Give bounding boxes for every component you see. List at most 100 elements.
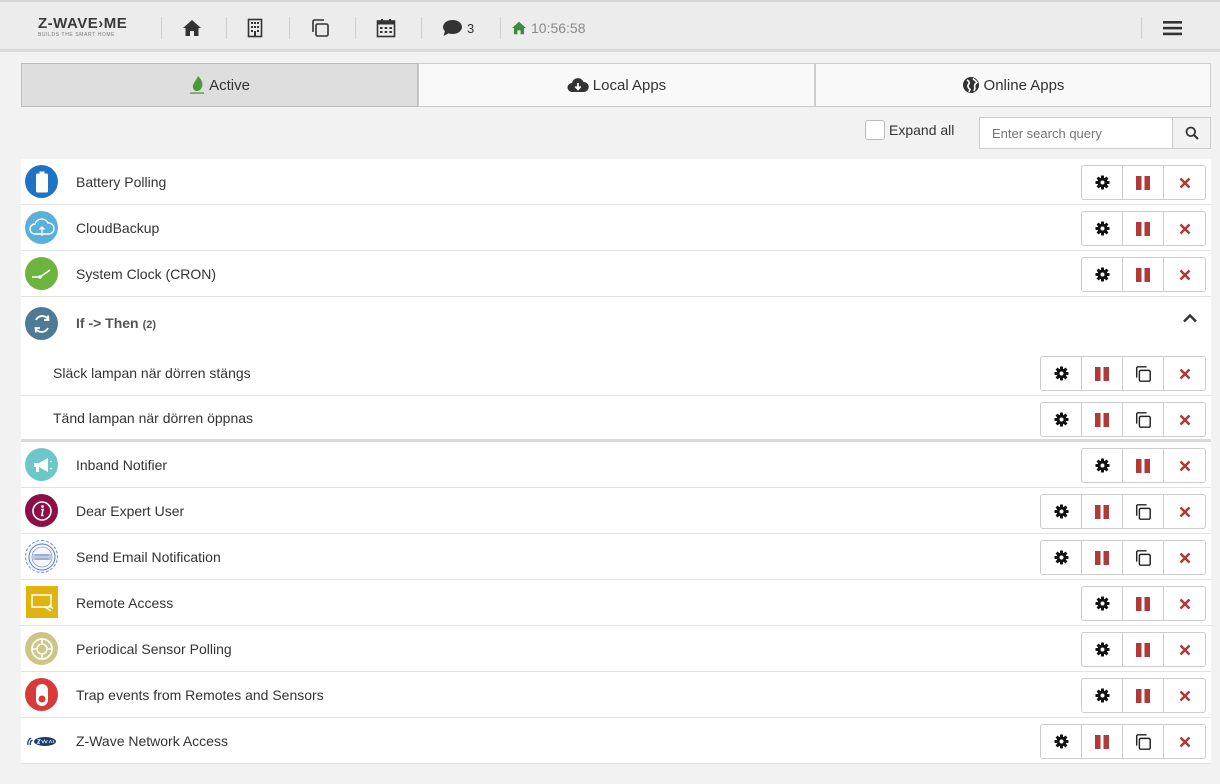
settings-button[interactable] [1041,495,1082,528]
pause-icon [1136,596,1150,611]
pause-icon [1095,734,1109,749]
app-title: System Clock (CRON) [76,265,217,282]
settings-button[interactable] [1082,449,1123,482]
app-actions [1081,632,1206,667]
duplicate-button[interactable] [1123,495,1164,528]
top-navbar: Z-WAVE›ME BUILDS THE SMART HOME 3 10:56:… [0,0,1220,52]
logo[interactable]: Z-WAVE›ME BUILDS THE SMART HOME [38,16,127,39]
search-box [979,117,1211,149]
close-icon [1179,690,1190,701]
clock-icon [25,257,58,290]
cloud-download-icon [567,78,589,92]
settings-button[interactable] [1082,679,1123,712]
delete-button[interactable] [1164,166,1205,199]
duplicate-button[interactable] [1123,541,1164,574]
hamburger-menu-icon[interactable] [1163,16,1182,40]
pause-button[interactable] [1123,166,1164,199]
pause-button[interactable] [1082,541,1123,574]
pause-button[interactable] [1082,725,1123,758]
copy-icon[interactable] [310,16,330,40]
delete-button[interactable] [1164,679,1205,712]
current-time: 10:56:58 [531,20,586,36]
gear-icon [1094,596,1110,611]
settings-button[interactable] [1082,212,1123,245]
chevron-up-icon[interactable] [1182,311,1198,329]
app-list: Battery Polling CloudBackup System Clock… [21,159,1211,764]
app-title: Dear Expert User [76,502,185,519]
pause-button[interactable] [1123,633,1164,666]
delete-button[interactable] [1164,725,1205,758]
search-icon [1185,126,1199,140]
app-title: Inband Notifier [76,456,168,473]
settings-button[interactable] [1082,587,1123,620]
list-item: Remote Access [21,580,1211,626]
tab-active[interactable]: Active [21,63,418,107]
group-title: If -> Then (2) [76,315,156,331]
messages-button[interactable]: 3 [442,16,474,40]
battery-icon [25,165,58,198]
calendar-icon[interactable] [376,16,396,40]
delete-button[interactable] [1164,258,1205,291]
settings-button[interactable] [1041,725,1082,758]
list-item: Dear Expert User [21,488,1211,534]
copy-icon [1135,365,1151,382]
close-icon [1179,460,1190,471]
pause-icon [1136,642,1150,657]
building-icon[interactable] [247,16,263,40]
pause-icon [1136,688,1150,703]
pause-button[interactable] [1082,403,1123,436]
expand-all-checkbox[interactable] [865,120,885,140]
settings-button[interactable] [1082,633,1123,666]
close-icon [1179,414,1190,425]
pause-button[interactable] [1123,258,1164,291]
search-input[interactable] [980,118,1172,148]
settings-button[interactable] [1041,357,1082,390]
app-group-header[interactable]: If -> Then (2) [21,297,1211,350]
gear-icon [1094,175,1110,190]
pause-button[interactable] [1082,495,1123,528]
tab-local-apps[interactable]: Local Apps [418,63,815,107]
delete-button[interactable] [1164,403,1205,436]
list-item: Inband Notifier [21,442,1211,488]
leaf-icon [190,76,205,94]
app-actions [1081,448,1206,483]
list-item: CloudBackup [21,205,1211,251]
app-actions [1040,356,1206,391]
delete-button[interactable] [1164,541,1205,574]
tab-online-apps[interactable]: Online Apps [815,63,1211,107]
settings-button[interactable] [1082,258,1123,291]
settings-button[interactable] [1041,541,1082,574]
divider [1141,17,1142,39]
delete-button[interactable] [1164,495,1205,528]
delete-button[interactable] [1164,587,1205,620]
list-item: Tänd lampan när dörren öppnas [21,396,1211,442]
settings-button[interactable] [1041,403,1082,436]
gear-icon [1094,221,1110,236]
pause-button[interactable] [1123,212,1164,245]
app-actions [1081,257,1206,292]
settings-button[interactable] [1082,166,1123,199]
pause-button[interactable] [1123,587,1164,620]
pause-button[interactable] [1123,679,1164,712]
tab-label: Online Apps [983,76,1065,94]
app-actions [1040,494,1206,529]
pause-button[interactable] [1082,357,1123,390]
pause-icon [1095,412,1109,427]
expand-all-toggle[interactable]: Expand all [865,120,954,140]
list-item: System Clock (CRON) [21,251,1211,297]
duplicate-button[interactable] [1123,403,1164,436]
delete-button[interactable] [1164,449,1205,482]
duplicate-button[interactable] [1123,357,1164,390]
duplicate-button[interactable] [1123,725,1164,758]
search-button[interactable] [1172,118,1210,148]
pause-icon [1095,504,1109,519]
app-title: Z-Wave Network Access [76,732,228,749]
list-item: Battery Polling [21,159,1211,205]
divider [421,17,422,39]
delete-button[interactable] [1164,357,1205,390]
list-item: Send Email Notification [21,534,1211,580]
home-icon[interactable] [182,16,202,40]
pause-button[interactable] [1123,449,1164,482]
delete-button[interactable] [1164,633,1205,666]
delete-button[interactable] [1164,212,1205,245]
